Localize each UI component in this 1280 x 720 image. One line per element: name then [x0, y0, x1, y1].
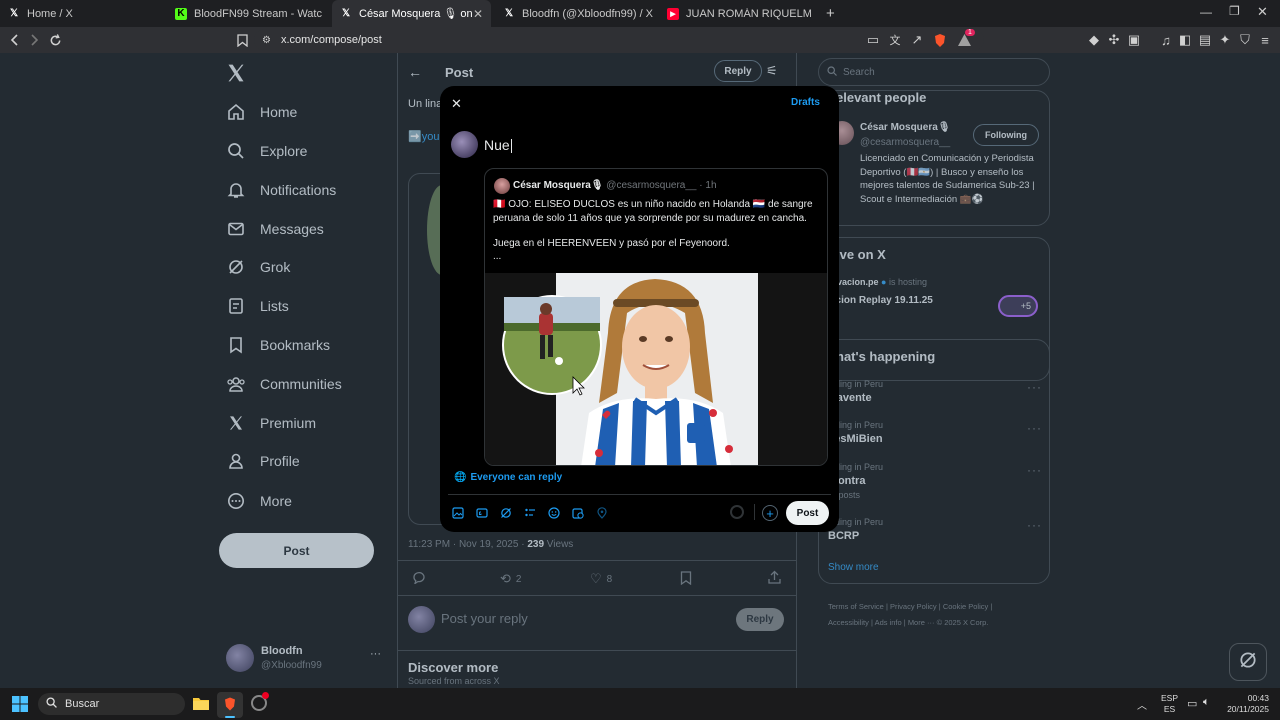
app-icon[interactable] [251, 692, 269, 711]
quoted-photo-image [502, 273, 758, 465]
schedule-icon[interactable] [572, 506, 584, 524]
window-close-icon[interactable]: ✕ [1257, 4, 1268, 20]
windows-start-icon[interactable] [12, 696, 28, 712]
avatar [451, 131, 478, 158]
extension-icon-1[interactable]: ◆ [1085, 31, 1103, 49]
browser-tab-kick[interactable]: K BloodFN99 Stream - Watch Live on K [167, 0, 330, 27]
rewards-badge: 1 [965, 29, 975, 36]
compose-modal: ✕ Drafts Nue César Mosquera🎙 @cesarmosqu… [440, 86, 839, 532]
bookmark-page-icon[interactable] [233, 31, 251, 49]
share-icon[interactable]: ↗ [908, 31, 926, 49]
gif-icon[interactable] [476, 506, 488, 524]
tab-title: Bloodfn (@Xbloodfn99) / X [522, 7, 654, 20]
back-icon[interactable] [6, 31, 24, 49]
quoted-author-name: César Mosquera🎙 [513, 180, 604, 191]
translate-icon[interactable]: 文 [886, 31, 904, 49]
emoji-icon[interactable] [548, 506, 560, 524]
quoted-header: César Mosquera🎙 @cesarmosquera__ · 1h [513, 180, 717, 191]
browser-tab-home[interactable]: 𝕏 Home / X [0, 0, 165, 27]
sidebar-panel-icon[interactable]: ▣ [1125, 31, 1143, 49]
quoted-media[interactable] [485, 273, 827, 465]
reply-settings-button[interactable]: 🌐 Everyone can reply [454, 472, 562, 483]
windows-taskbar: Buscar ︿ ESP ES ▭ 🔈︎ 00:43 20/11/2025 [0, 688, 1280, 720]
quoted-text-1: 🇵🇪 OJO: ELISEO DUCLOS es un niño nacido … [493, 199, 813, 224]
file-explorer-icon[interactable] [192, 695, 210, 716]
notification-dot [262, 692, 269, 699]
brave-shield-icon[interactable] [931, 31, 949, 49]
grok-compose-icon[interactable] [500, 506, 512, 524]
minimize-icon[interactable]: — [1200, 5, 1212, 19]
split-view-icon[interactable]: ◧ [1176, 31, 1194, 49]
location-icon[interactable] [596, 506, 608, 524]
x-logo-icon: 𝕏 [9, 8, 19, 19]
tab-title: BloodFN99 Stream - Watch Live on K [194, 7, 322, 20]
divider [754, 504, 755, 520]
taskbar-search[interactable]: Buscar [38, 693, 185, 715]
close-icon[interactable]: ✕ [451, 96, 462, 112]
youtube-logo-icon: ▶ [667, 7, 679, 20]
media-icon[interactable] [452, 506, 464, 524]
close-tab-icon[interactable]: ✕ [473, 7, 483, 21]
browser-tab-youtube[interactable]: ▶ JUAN ROMÁN RIQUELME EN ENFOC [659, 0, 819, 27]
volume-icon[interactable]: 🔈︎ [1203, 696, 1210, 709]
compose-post-button[interactable]: Post [786, 501, 829, 525]
taskbar-active-app[interactable] [217, 692, 243, 718]
quoted-text-2: Juega en el HEERENVEEN y pasó por el Fey… [493, 238, 730, 249]
clock-date: 20/11/2025 [1227, 704, 1269, 714]
add-post-icon[interactable]: + [762, 505, 778, 521]
restore-icon[interactable]: ❐ [1229, 4, 1240, 18]
search-icon [46, 697, 57, 711]
text-cursor [510, 139, 512, 154]
quoted-text-3: ... [493, 251, 502, 262]
taskbar-search-placeholder: Buscar [65, 698, 100, 710]
leo-ai-icon[interactable]: ✦ [1216, 31, 1234, 49]
browser-tab-bar: 𝕏 Home / X K BloodFN99 Stream - Watch Li… [0, 0, 1280, 27]
lang-top: ESP [1161, 693, 1179, 703]
new-tab-icon[interactable]: + [826, 5, 835, 22]
reload-icon[interactable] [46, 31, 64, 49]
tab-title: JUAN ROMÁN RIQUELME EN ENFOC [686, 7, 811, 20]
divider [448, 494, 831, 495]
media-icon[interactable]: ♫ [1157, 31, 1175, 49]
browser-tab-active[interactable]: 𝕏 César Mosquera 🎙 on X: "🇵🇪 OJO ✕ [332, 0, 491, 27]
clock[interactable]: 00:43 20/11/2025 [1226, 693, 1269, 715]
quoted-post[interactable]: César Mosquera🎙 @cesarmosquera__ · 1h 🇵🇪… [484, 168, 828, 466]
compose-text: Nue [484, 137, 510, 153]
compose-textarea[interactable]: Nue [484, 137, 512, 154]
forward-icon[interactable] [25, 31, 43, 49]
brave-browser-icon [223, 696, 237, 717]
quoted-time: · 1h [699, 180, 717, 191]
wallet-icon[interactable]: ▤ [1196, 31, 1214, 49]
extensions-puzzle-icon[interactable]: ✣ [1105, 31, 1123, 49]
language-indicator[interactable]: ESP ES [1161, 693, 1178, 715]
tab-title: César Mosquera 🎙 on X: "🇵🇪 OJO [359, 8, 473, 20]
brave-rewards-icon[interactable]: 1 [955, 29, 975, 49]
clock-time: 00:43 [1247, 693, 1269, 703]
menu-hamburger-icon[interactable]: ≡ [1256, 31, 1274, 49]
url-text: x.com/compose/post [280, 34, 382, 46]
tab-title: Home / X [27, 7, 73, 20]
globe-icon: 🌐 [454, 472, 467, 483]
kick-logo-icon: K [175, 7, 187, 20]
site-info-icon[interactable]: ⚙ [262, 35, 271, 46]
cast-icon[interactable]: ▭ [864, 31, 882, 49]
character-count-ring [730, 505, 744, 519]
lang-bottom: ES [1163, 704, 1176, 714]
reply-settings-label: Everyone can reply [470, 472, 563, 483]
browser-toolbar: ⚙ x.com/compose/post ▭ 文 ↗ 1 ◆ ✣ ▣ ♫ ◧ ▤… [0, 27, 1280, 53]
quoted-author-handle: @cesarmosquera__ [606, 180, 697, 191]
browser-tab-profile[interactable]: 𝕏 Bloodfn (@Xbloodfn99) / X [495, 0, 655, 27]
poll-icon[interactable] [524, 506, 536, 524]
drafts-button[interactable]: Drafts [791, 97, 820, 108]
vpn-shield-icon[interactable]: ⛉ [1236, 31, 1254, 49]
tray-chevron-icon[interactable]: ︿ [1137, 697, 1147, 712]
x-logo-icon: 𝕏 [341, 8, 351, 19]
x-logo-icon: 𝕏 [504, 8, 514, 19]
active-indicator [225, 716, 235, 718]
network-icon[interactable]: ▭ [1187, 697, 1197, 710]
avatar [494, 178, 510, 194]
